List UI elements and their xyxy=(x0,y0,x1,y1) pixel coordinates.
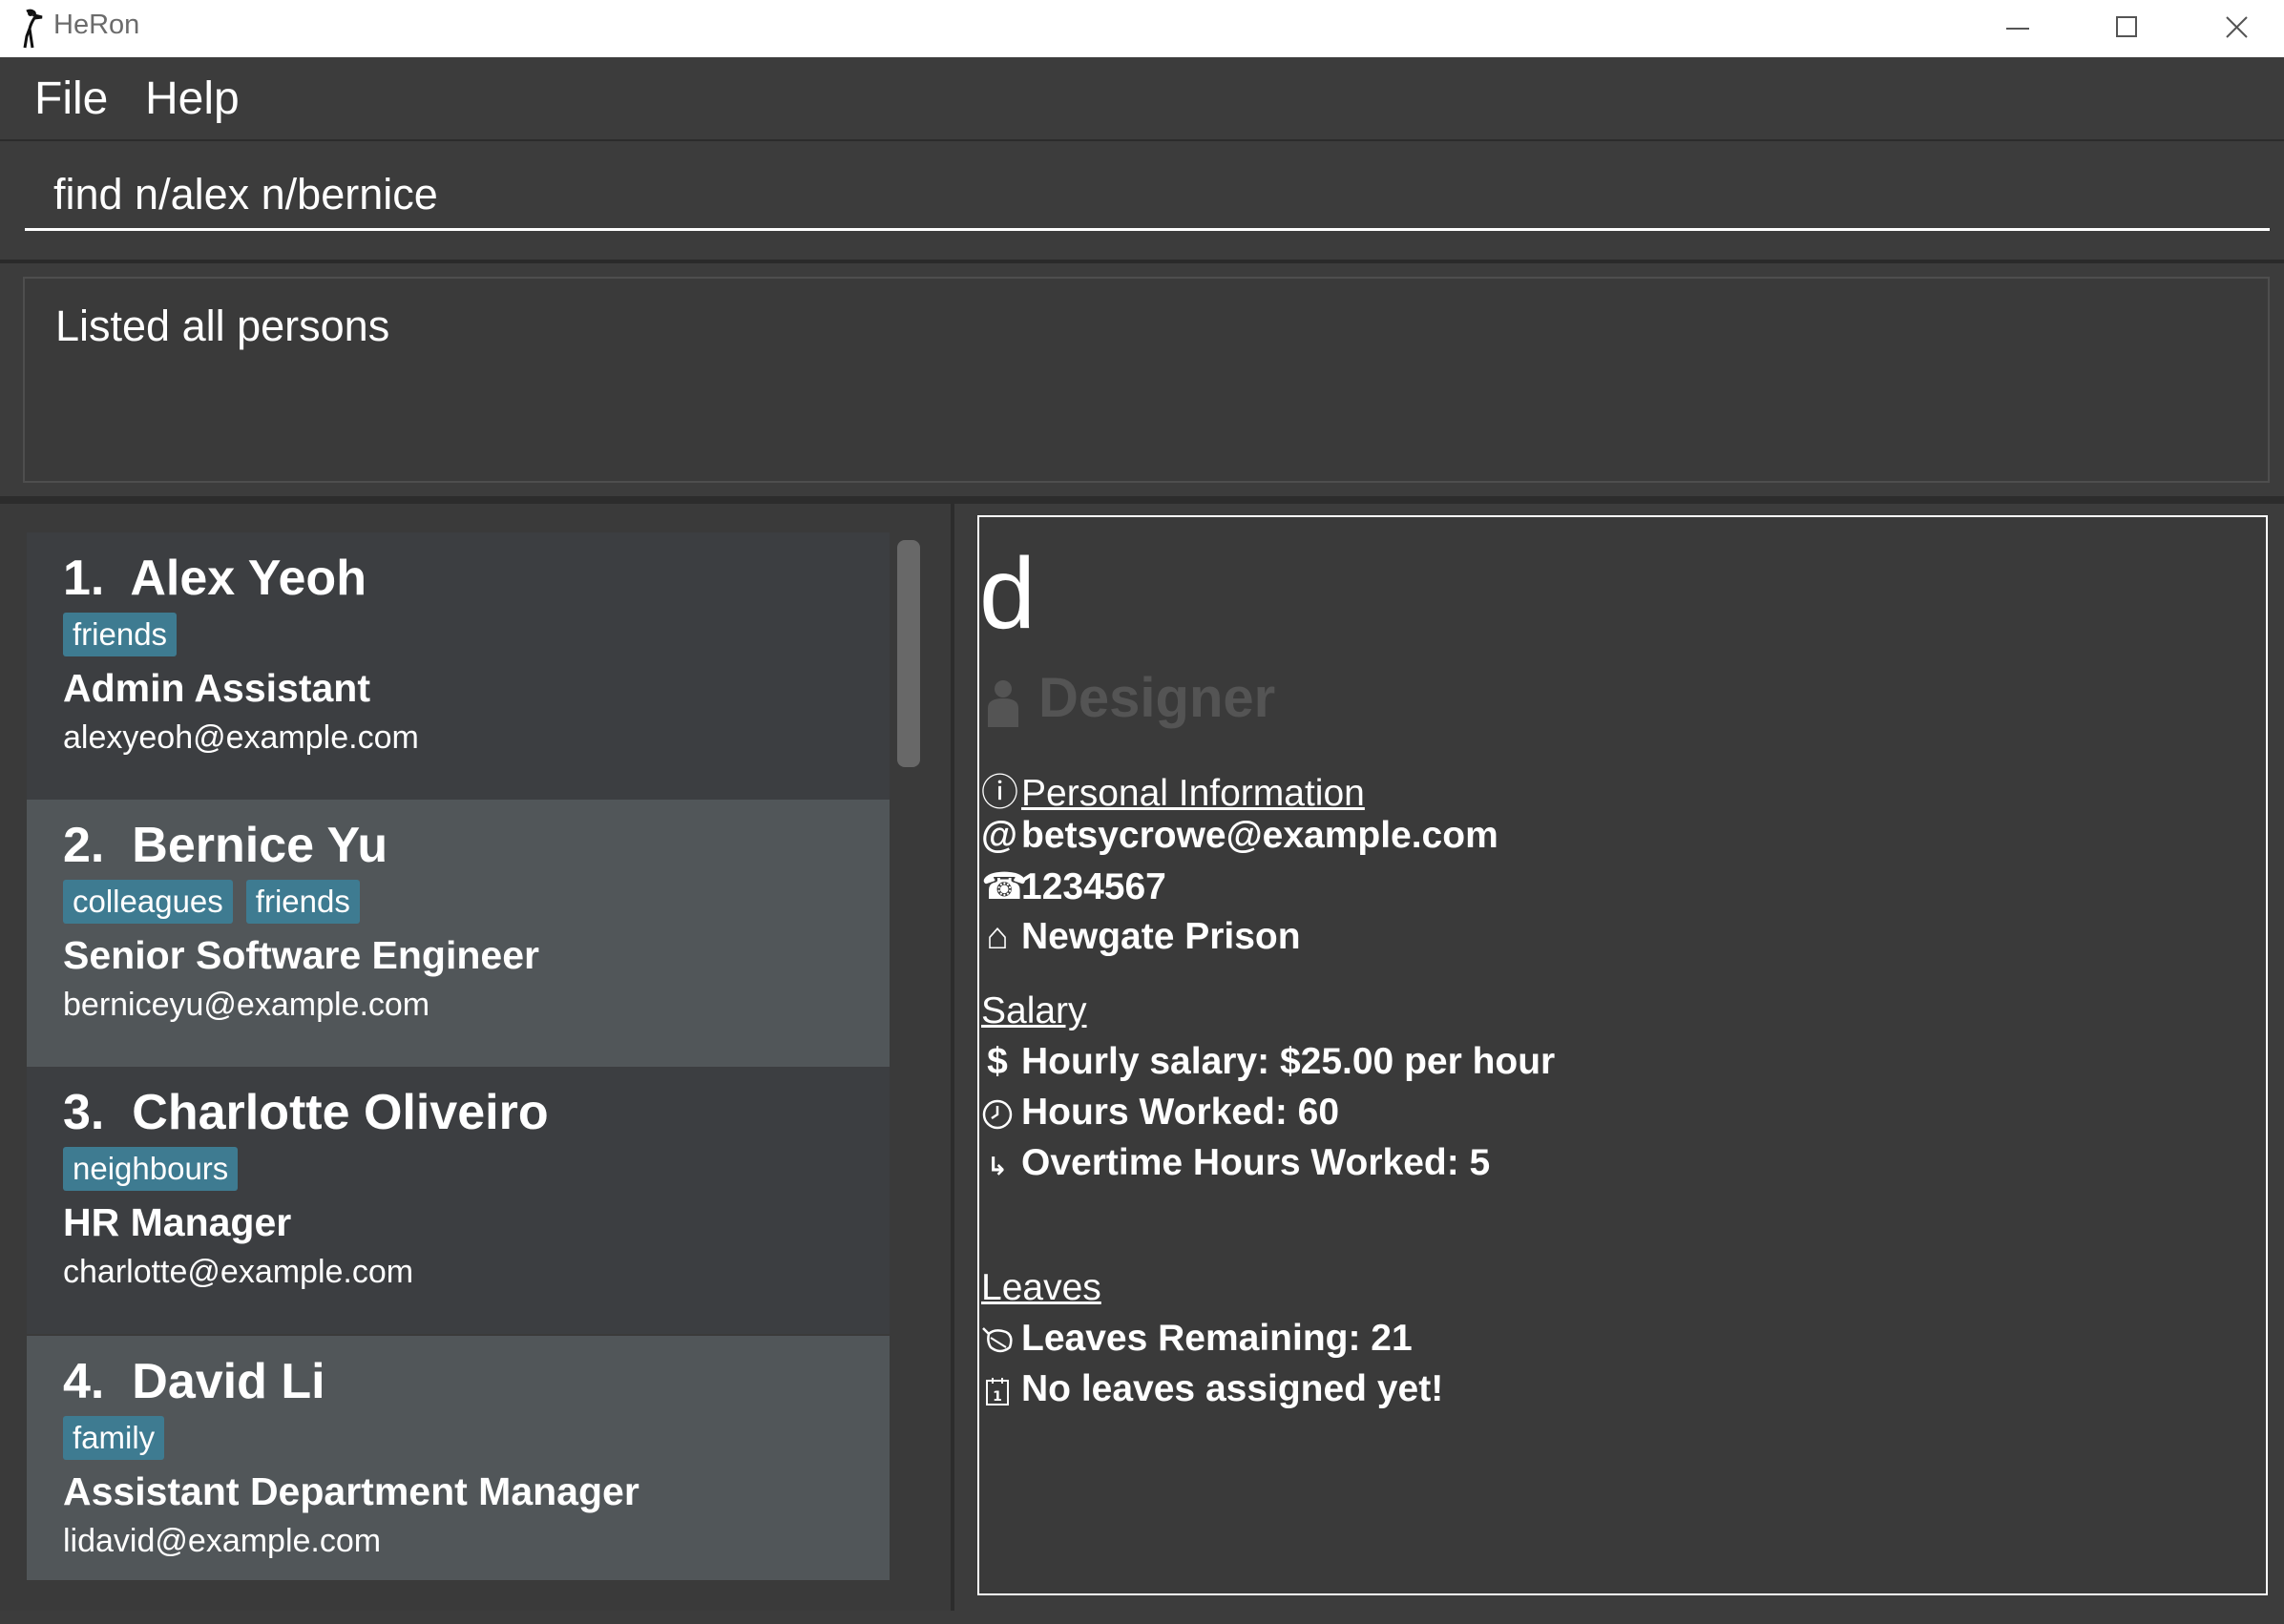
email-icon: @ xyxy=(981,815,1018,856)
command-input[interactable] xyxy=(25,160,2270,231)
tag: friends xyxy=(63,613,178,656)
person-name: 4. David Li xyxy=(63,1354,325,1409)
detail-role-line: Designer xyxy=(983,666,1275,730)
person-role: Assistant Department Manager xyxy=(63,1469,639,1513)
close-icon xyxy=(2226,16,2248,38)
minimize-icon xyxy=(2006,28,2029,30)
person-card-3[interactable]: 3. Charlotte Oliveiro neighbours HR Mana… xyxy=(27,1067,890,1334)
person-role: Admin Assistant xyxy=(63,666,370,710)
pane-divider xyxy=(0,496,2284,504)
tag-list: family xyxy=(63,1416,178,1462)
tag: colleagues xyxy=(63,880,233,924)
person-email: alexyeoh@example.com xyxy=(63,719,419,756)
person-card-1[interactable]: 1. Alex Yeoh friends Admin Assistant ale… xyxy=(27,532,890,800)
hours-worked-row: Hours Worked: 60 xyxy=(981,1092,1339,1134)
calendar-icon: 1 xyxy=(986,1377,1009,1405)
tag-list: colleagues friends xyxy=(63,880,373,926)
tag: family xyxy=(63,1416,165,1460)
tag-list: friends xyxy=(63,613,190,658)
detail-phone-row: ☎1234567 xyxy=(981,865,1166,908)
maximize-button[interactable] xyxy=(2076,0,2181,57)
person-icon xyxy=(988,679,1018,727)
detail-address-row: ⌂ Newgate Prison xyxy=(981,916,1301,958)
person-detail-panel: d Designer ⓘPersonal Information @ betsyc… xyxy=(977,515,2268,1595)
person-email: berniceyu@example.com xyxy=(63,987,430,1023)
result-display: Listed all persons xyxy=(23,277,2270,483)
leaf-icon xyxy=(982,1326,1013,1352)
tag: friends xyxy=(245,880,360,924)
person-role: HR Manager xyxy=(63,1200,292,1244)
hourly-salary-row: $ Hourly salary: $25.00 per hour xyxy=(981,1041,1555,1083)
hours-worked: Hours Worked: 60 xyxy=(1021,1092,1340,1133)
detail-email-row: @ betsycrowe@example.com xyxy=(981,815,1498,857)
person-role: Senior Software Engineer xyxy=(63,933,539,977)
leaves-status: No leaves assigned yet! xyxy=(1021,1368,1444,1409)
dollar-icon: $ xyxy=(987,1041,1008,1082)
svg-text:1: 1 xyxy=(993,1389,1002,1405)
window-title-bar: HeRon xyxy=(0,0,2284,57)
close-button[interactable] xyxy=(2186,0,2284,57)
detail-address: Newgate Prison xyxy=(1021,916,1301,957)
leaves-remaining-row: Leaves Remaining: 21 xyxy=(981,1318,1413,1360)
window-title: HeRon xyxy=(53,10,140,40)
phone-icon: ☎ xyxy=(981,866,1028,907)
salary-heading: Salary xyxy=(981,990,1087,1031)
info-icon: ⓘ xyxy=(981,773,1019,814)
detail-email: betsycrowe@example.com xyxy=(1021,815,1498,856)
heron-logo-icon xyxy=(23,9,43,49)
overtime-hours: Overtime Hours Worked: 5 xyxy=(1021,1142,1491,1183)
leaves-remaining: Leaves Remaining: 21 xyxy=(1021,1318,1413,1359)
person-name: 2. Bernice Yu xyxy=(63,818,388,873)
maximize-icon xyxy=(2116,16,2137,37)
leaves-status-row: 1 No leaves assigned yet! xyxy=(981,1368,1443,1410)
person-card-2[interactable]: 2. Bernice Yu colleagues friends Senior S… xyxy=(27,800,890,1067)
tag-list: neighbours xyxy=(63,1147,251,1193)
result-message: Listed all persons xyxy=(55,302,390,350)
detail-name: d xyxy=(979,537,1036,650)
menu-bar: File Help xyxy=(0,57,2284,141)
person-list: 1. Alex Yeoh friends Admin Assistant ale… xyxy=(0,504,954,1611)
person-card-4[interactable]: 4. David Li family Assistant Department … xyxy=(27,1336,890,1580)
overtime-icon: ↳ xyxy=(987,1152,1008,1180)
hourly-salary: Hourly salary: $25.00 per hour xyxy=(1021,1041,1556,1082)
tag: neighbours xyxy=(63,1147,239,1191)
leaves-heading: Leaves xyxy=(981,1267,1101,1308)
menu-file[interactable]: File xyxy=(34,73,108,125)
overtime-row: ↳ Overtime Hours Worked: 5 xyxy=(981,1142,1490,1184)
minimize-button[interactable] xyxy=(1966,0,2071,57)
detail-role: Designer xyxy=(1038,667,1276,729)
menu-help[interactable]: Help xyxy=(145,73,240,125)
personal-info-heading: ⓘPersonal Information xyxy=(981,763,1365,817)
clock-icon xyxy=(982,1099,1013,1129)
person-name: 1. Alex Yeoh xyxy=(63,551,367,606)
person-name: 3. Charlotte Oliveiro xyxy=(63,1085,549,1140)
list-scrollbar[interactable] xyxy=(897,540,920,767)
home-icon: ⌂ xyxy=(986,916,1009,957)
command-box xyxy=(0,141,2284,263)
detail-phone: 1234567 xyxy=(1021,866,1166,907)
person-email: lidavid@example.com xyxy=(63,1523,382,1559)
person-email: charlotte@example.com xyxy=(63,1254,414,1290)
